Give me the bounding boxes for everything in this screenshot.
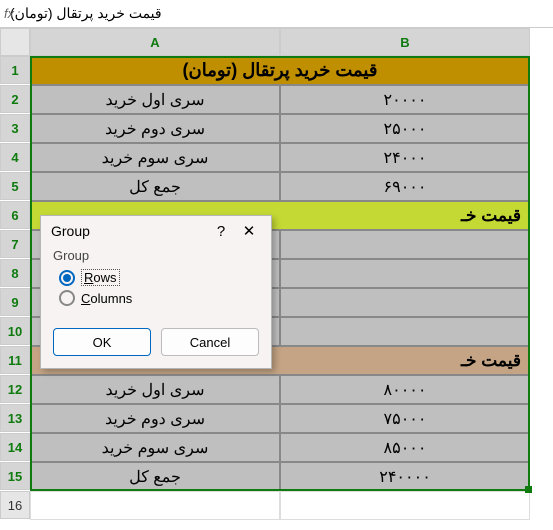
ok-button[interactable]: OK bbox=[53, 328, 151, 356]
cell[interactable]: سری اول خرید bbox=[30, 85, 280, 114]
row-header[interactable]: 4 bbox=[0, 143, 30, 171]
radio-rows-label: Rows bbox=[81, 269, 120, 286]
cell[interactable]: ۲۰۰۰۰ bbox=[280, 85, 530, 114]
radio-columns-label: Columns bbox=[81, 291, 132, 306]
row-header[interactable]: 14 bbox=[0, 433, 30, 461]
formula-bar: fx قیمت خرید پرتقال (تومان) bbox=[0, 0, 553, 28]
row-header[interactable]: 2 bbox=[0, 85, 30, 113]
row-header[interactable]: 8 bbox=[0, 259, 30, 287]
row-header[interactable]: 11 bbox=[0, 346, 30, 374]
col-header-b[interactable]: B bbox=[280, 28, 530, 56]
radio-columns[interactable]: Columns bbox=[59, 290, 259, 306]
cell[interactable]: ۸۵۰۰۰ bbox=[280, 433, 530, 462]
formula-bar-value[interactable]: قیمت خرید پرتقال (تومان) bbox=[10, 5, 162, 22]
row-header[interactable]: 5 bbox=[0, 172, 30, 200]
row-header[interactable]: 10 bbox=[0, 317, 30, 345]
cell[interactable] bbox=[280, 491, 530, 520]
cell[interactable]: جمع کل bbox=[30, 462, 280, 491]
row-header[interactable]: 13 bbox=[0, 404, 30, 432]
cell[interactable]: ۲۴۰۰۰۰ bbox=[280, 462, 530, 491]
cancel-button[interactable]: Cancel bbox=[161, 328, 259, 356]
cell[interactable]: ۲۵۰۰۰ bbox=[280, 114, 530, 143]
row-header[interactable]: 1 bbox=[0, 56, 30, 84]
col-header-a[interactable]: A bbox=[30, 28, 280, 56]
dialog-title: Group bbox=[51, 223, 207, 239]
cell[interactable] bbox=[280, 259, 530, 288]
cell[interactable]: سری دوم خرید bbox=[30, 404, 280, 433]
cell[interactable]: ۷۵۰۰۰ bbox=[280, 404, 530, 433]
group-dialog: Group ? ✕ Group Rows Columns OK Cancel bbox=[40, 215, 272, 369]
cell[interactable]: سری دوم خرید bbox=[30, 114, 280, 143]
radio-rows-icon bbox=[59, 270, 75, 286]
cell[interactable]: سری اول خرید bbox=[30, 375, 280, 404]
row-header[interactable]: 7 bbox=[0, 230, 30, 258]
fx-icon[interactable]: fx bbox=[4, 6, 14, 21]
cell[interactable]: قیمت خرید پرتقال (تومان) bbox=[30, 56, 530, 85]
cell[interactable] bbox=[280, 288, 530, 317]
help-icon[interactable]: ? bbox=[207, 223, 235, 240]
row-header[interactable]: 16 bbox=[0, 491, 30, 519]
cell[interactable]: سری سوم خرید bbox=[30, 143, 280, 172]
radio-rows[interactable]: Rows bbox=[59, 269, 259, 286]
group-label: Group bbox=[53, 248, 259, 263]
cell[interactable] bbox=[280, 230, 530, 259]
row-header[interactable]: 9 bbox=[0, 288, 30, 316]
cell[interactable] bbox=[30, 491, 280, 520]
row-header[interactable]: 6 bbox=[0, 201, 30, 229]
row-header[interactable]: 12 bbox=[0, 375, 30, 403]
cell[interactable]: ۶۹۰۰۰ bbox=[280, 172, 530, 201]
cell[interactable]: سری سوم خرید bbox=[30, 433, 280, 462]
cell[interactable]: جمع کل bbox=[30, 172, 280, 201]
close-icon[interactable]: ✕ bbox=[235, 222, 263, 240]
row-header[interactable]: 15 bbox=[0, 462, 30, 490]
radio-columns-icon bbox=[59, 290, 75, 306]
cell[interactable] bbox=[280, 317, 530, 346]
row-header[interactable]: 3 bbox=[0, 114, 30, 142]
cell[interactable]: ۸۰۰۰۰ bbox=[280, 375, 530, 404]
select-all-corner[interactable] bbox=[0, 28, 30, 56]
cell[interactable]: ۲۴۰۰۰ bbox=[280, 143, 530, 172]
dialog-titlebar[interactable]: Group ? ✕ bbox=[41, 216, 271, 244]
